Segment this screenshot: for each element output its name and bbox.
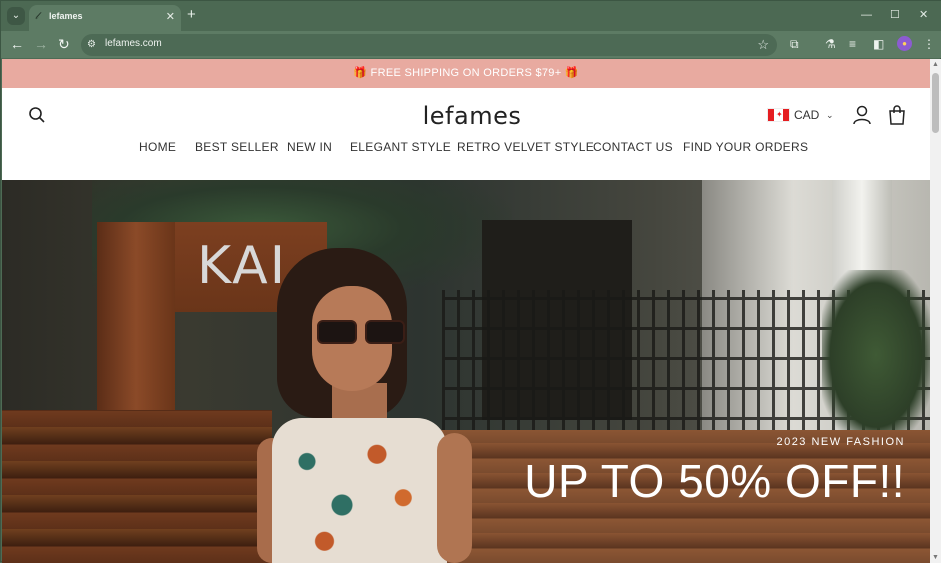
side-panel-icon[interactable]: ◧ <box>873 35 884 53</box>
tab-search-button[interactable]: ⌄ <box>7 7 25 25</box>
tab-title: lefames <box>49 11 83 21</box>
page-scrollbar[interactable]: ▲ ▼ <box>930 59 941 563</box>
page-viewport: 🎁 FREE SHIPPING ON ORDERS $79+ 🎁 lefames… <box>2 59 930 563</box>
new-tab-icon[interactable]: + <box>187 6 196 24</box>
account-icon[interactable] <box>852 105 872 125</box>
site-header: lefames ✦ CAD ⌄ HOME BEST SELLER NEW IN <box>2 88 930 180</box>
minimize-icon[interactable]: — <box>861 7 872 23</box>
hero-lower-planks <box>2 410 272 563</box>
main-nav: HOME BEST SELLER NEW IN ELEGANT STYLE RE… <box>2 140 930 160</box>
nav-new-in[interactable]: NEW IN <box>287 140 332 154</box>
browser-toolbar: ← → ↻ ⚙ lefames.com ☆ ⧉ ⚗ ≡ ◧ ● ⋮ <box>1 31 941 58</box>
canada-flag-icon: ✦ <box>767 108 790 122</box>
back-icon[interactable]: ← <box>10 35 24 53</box>
hero-bushes <box>822 270 930 440</box>
hero-title: UP TO 50% OFF!! <box>524 455 905 507</box>
browser-window: ⌄ 𝓁 lefames ✕ + — ☐ ✕ ← → ↻ ⚙ lefames.co… <box>0 0 941 563</box>
address-bar[interactable]: ⚙ lefames.com ☆ <box>81 34 777 56</box>
forward-icon[interactable]: → <box>34 35 48 53</box>
close-window-icon[interactable]: ✕ <box>919 7 928 23</box>
url-text[interactable]: lefames.com <box>105 38 162 49</box>
nav-best-seller[interactable]: BEST SELLER <box>195 140 279 154</box>
nav-retro-velvet-style[interactable]: RETRO VELVET STYLE <box>457 140 594 154</box>
hero-eyebrow: 2023 NEW FASHION <box>776 436 905 448</box>
tab-lefames[interactable]: 𝓁 lefames ✕ <box>29 5 181 31</box>
labs-flask-icon[interactable]: ⚗ <box>825 35 836 53</box>
shopping-bag-icon[interactable] <box>888 105 906 125</box>
favicon-icon: 𝓁 <box>35 11 39 22</box>
tab-strip: ⌄ 𝓁 lefames ✕ + — ☐ ✕ <box>1 1 941 31</box>
profile-avatar[interactable]: ● <box>897 36 912 51</box>
bookmark-star-icon[interactable]: ☆ <box>757 36 769 53</box>
maximize-icon[interactable]: ☐ <box>890 7 900 23</box>
hero-model <box>257 248 487 563</box>
nav-home[interactable]: HOME <box>139 140 176 154</box>
announcement-bar: 🎁 FREE SHIPPING ON ORDERS $79+ 🎁 <box>2 59 930 88</box>
site-info-icon[interactable]: ⚙ <box>87 37 96 53</box>
announcement-text: 🎁 FREE SHIPPING ON ORDERS $79+ 🎁 <box>353 67 579 79</box>
sunglasses <box>317 320 413 346</box>
site-logo[interactable]: lefames <box>2 102 930 130</box>
hero-banner[interactable]: KAI 2023 NEW FASHION UP TO 50% OFF!! <box>2 180 930 563</box>
currency-label: CAD <box>794 108 820 122</box>
tab-close-icon[interactable]: ✕ <box>166 9 175 25</box>
menu-kebab-icon[interactable]: ⋮ <box>923 35 935 53</box>
nav-find-your-orders[interactable]: FIND YOUR ORDERS <box>683 140 808 154</box>
chevron-down-icon: ⌄ <box>826 110 834 120</box>
media-queue-icon[interactable]: ≡ <box>849 35 856 53</box>
scroll-thumb[interactable] <box>932 73 939 133</box>
scroll-down-icon[interactable]: ▼ <box>932 554 939 561</box>
scroll-up-icon[interactable]: ▲ <box>932 61 939 68</box>
reload-icon[interactable]: ↻ <box>58 35 70 53</box>
nav-elegant-style[interactable]: ELEGANT STYLE <box>350 140 451 154</box>
nav-contact-us[interactable]: CONTACT US <box>593 140 673 154</box>
extensions-icon[interactable]: ⧉ <box>790 35 799 53</box>
